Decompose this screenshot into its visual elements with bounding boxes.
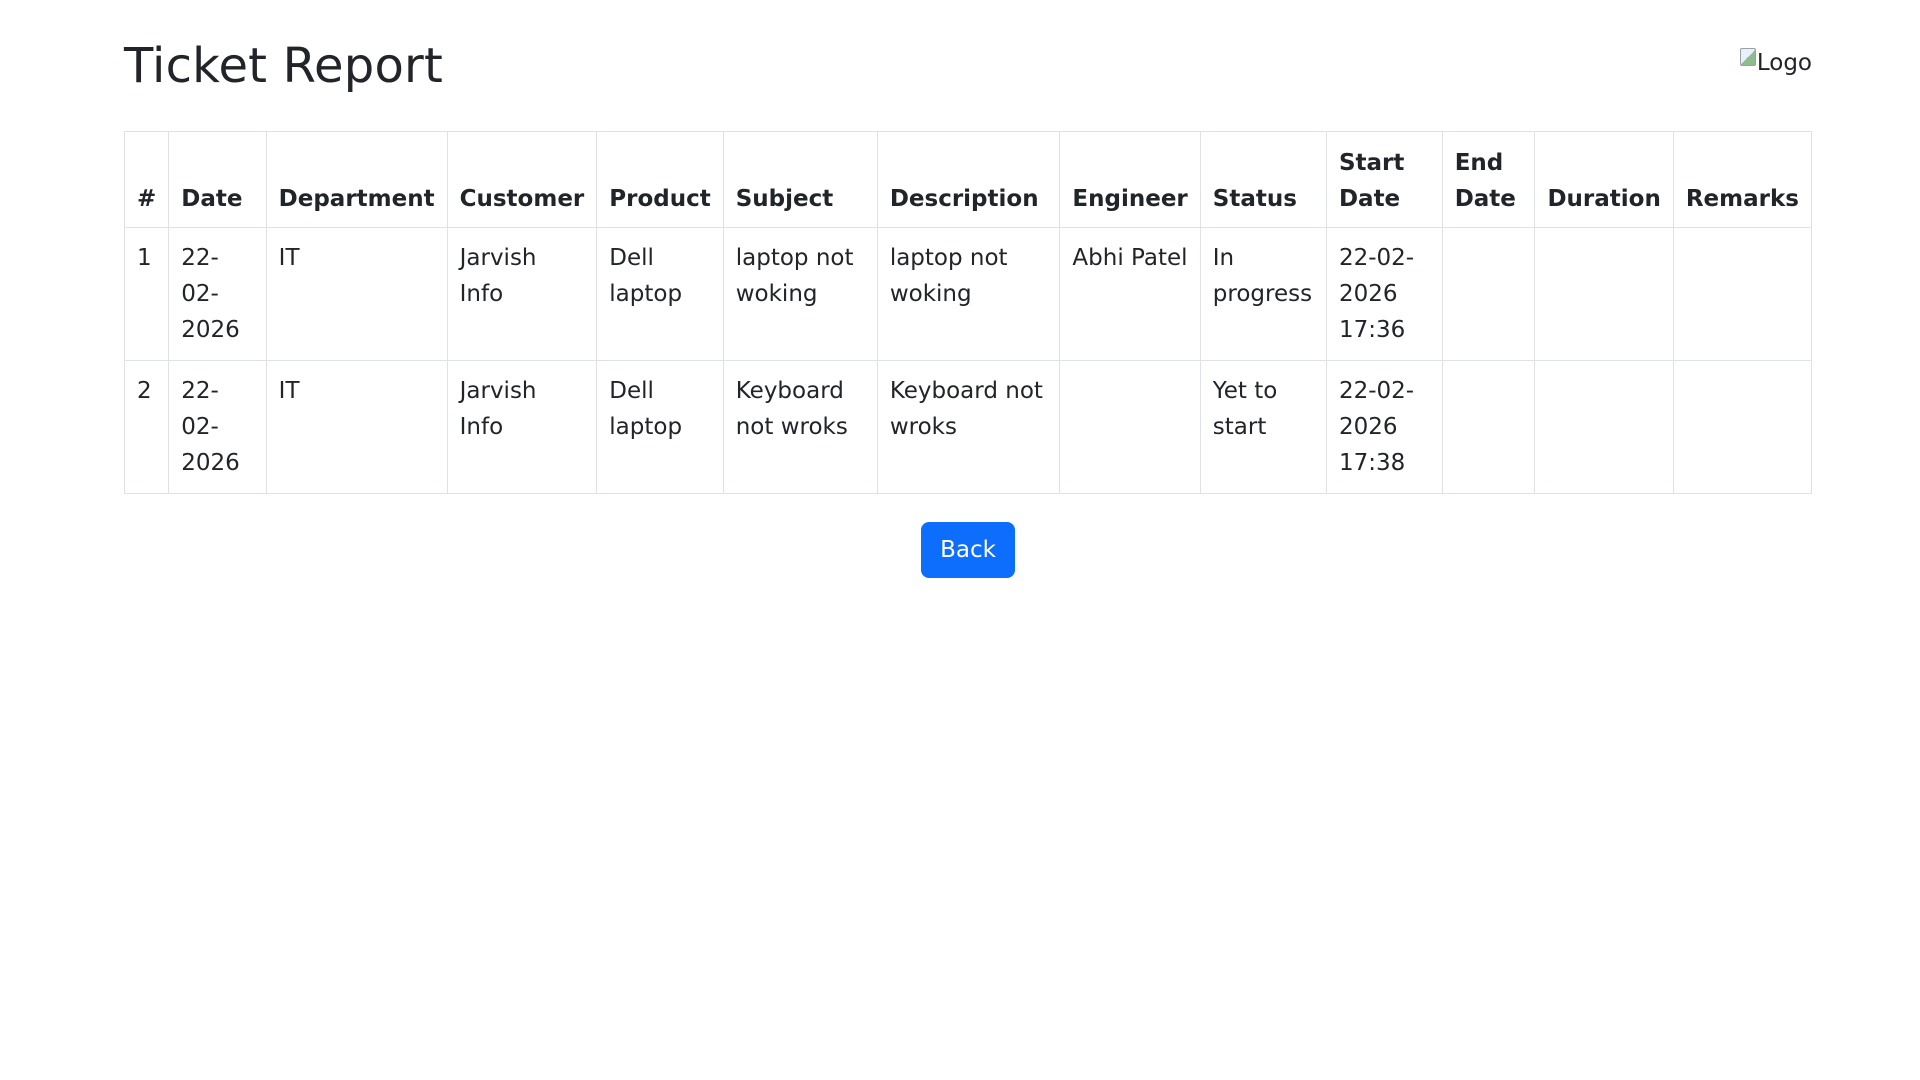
cell-customer: Jarvish Info bbox=[446, 360, 598, 494]
cell-customer: Jarvish Info bbox=[446, 227, 598, 361]
table-header: # Date Department Customer Product Subje… bbox=[123, 131, 1813, 228]
col-header-subject: Subject bbox=[722, 131, 878, 228]
broken-image-icon bbox=[1739, 48, 1756, 66]
cell-subject: laptop not woking bbox=[722, 227, 878, 361]
col-header-end-date: End Date bbox=[1441, 131, 1536, 228]
col-header-date: Date bbox=[168, 131, 267, 228]
logo-alt-text: Logo bbox=[1756, 50, 1812, 76]
cell-status: Yet to start bbox=[1199, 360, 1327, 494]
cell-product: Dell laptop bbox=[596, 227, 724, 361]
table-row: 1 22-02-2026 IT Jarvish Info Dell laptop… bbox=[123, 227, 1813, 361]
col-header-start-date: Start Date bbox=[1325, 131, 1443, 228]
col-header-number: # bbox=[123, 131, 170, 228]
cell-start-date: 22-02-2026 17:36 bbox=[1325, 227, 1443, 361]
col-header-product: Product bbox=[596, 131, 724, 228]
cell-end-date bbox=[1441, 360, 1536, 494]
cell-department: IT bbox=[265, 227, 448, 361]
col-header-engineer: Engineer bbox=[1059, 131, 1201, 228]
logo: Logo bbox=[1739, 48, 1812, 76]
cell-description: Keyboard not wroks bbox=[876, 360, 1061, 494]
table-header-row: # Date Department Customer Product Subje… bbox=[123, 131, 1813, 228]
cell-engineer bbox=[1059, 360, 1201, 494]
col-header-description: Description bbox=[876, 131, 1061, 228]
col-header-customer: Customer bbox=[446, 131, 598, 228]
cell-end-date bbox=[1441, 227, 1536, 361]
cell-status: In progress bbox=[1199, 227, 1327, 361]
ticket-table: # Date Department Customer Product Subje… bbox=[123, 131, 1813, 494]
cell-subject: Keyboard not wroks bbox=[722, 360, 878, 494]
col-header-department: Department bbox=[265, 131, 448, 228]
col-header-remarks: Remarks bbox=[1672, 131, 1813, 228]
cell-department: IT bbox=[265, 360, 448, 494]
table-body: 1 22-02-2026 IT Jarvish Info Dell laptop… bbox=[123, 227, 1813, 494]
cell-product: Dell laptop bbox=[596, 360, 724, 494]
cell-date: 22-02-2026 bbox=[168, 227, 267, 361]
cell-duration bbox=[1534, 360, 1674, 494]
actions-bar: Back bbox=[124, 522, 1812, 578]
page-title: Ticket Report bbox=[124, 38, 443, 94]
cell-description: laptop not woking bbox=[876, 227, 1061, 361]
page-header: Ticket Report Logo bbox=[124, 0, 1812, 130]
cell-duration bbox=[1534, 227, 1674, 361]
page-container: Ticket Report Logo # Date Department Cus… bbox=[123, 0, 1813, 578]
cell-number: 2 bbox=[123, 360, 170, 494]
cell-date: 22-02-2026 bbox=[168, 360, 267, 494]
cell-number: 1 bbox=[123, 227, 170, 361]
cell-remarks bbox=[1672, 360, 1813, 494]
col-header-duration: Duration bbox=[1534, 131, 1674, 228]
cell-remarks bbox=[1672, 227, 1813, 361]
cell-start-date: 22-02-2026 17:38 bbox=[1325, 360, 1443, 494]
col-header-status: Status bbox=[1199, 131, 1327, 228]
table-row: 2 22-02-2026 IT Jarvish Info Dell laptop… bbox=[123, 360, 1813, 494]
cell-engineer: Abhi Patel bbox=[1059, 227, 1201, 361]
back-button[interactable]: Back bbox=[921, 522, 1015, 578]
